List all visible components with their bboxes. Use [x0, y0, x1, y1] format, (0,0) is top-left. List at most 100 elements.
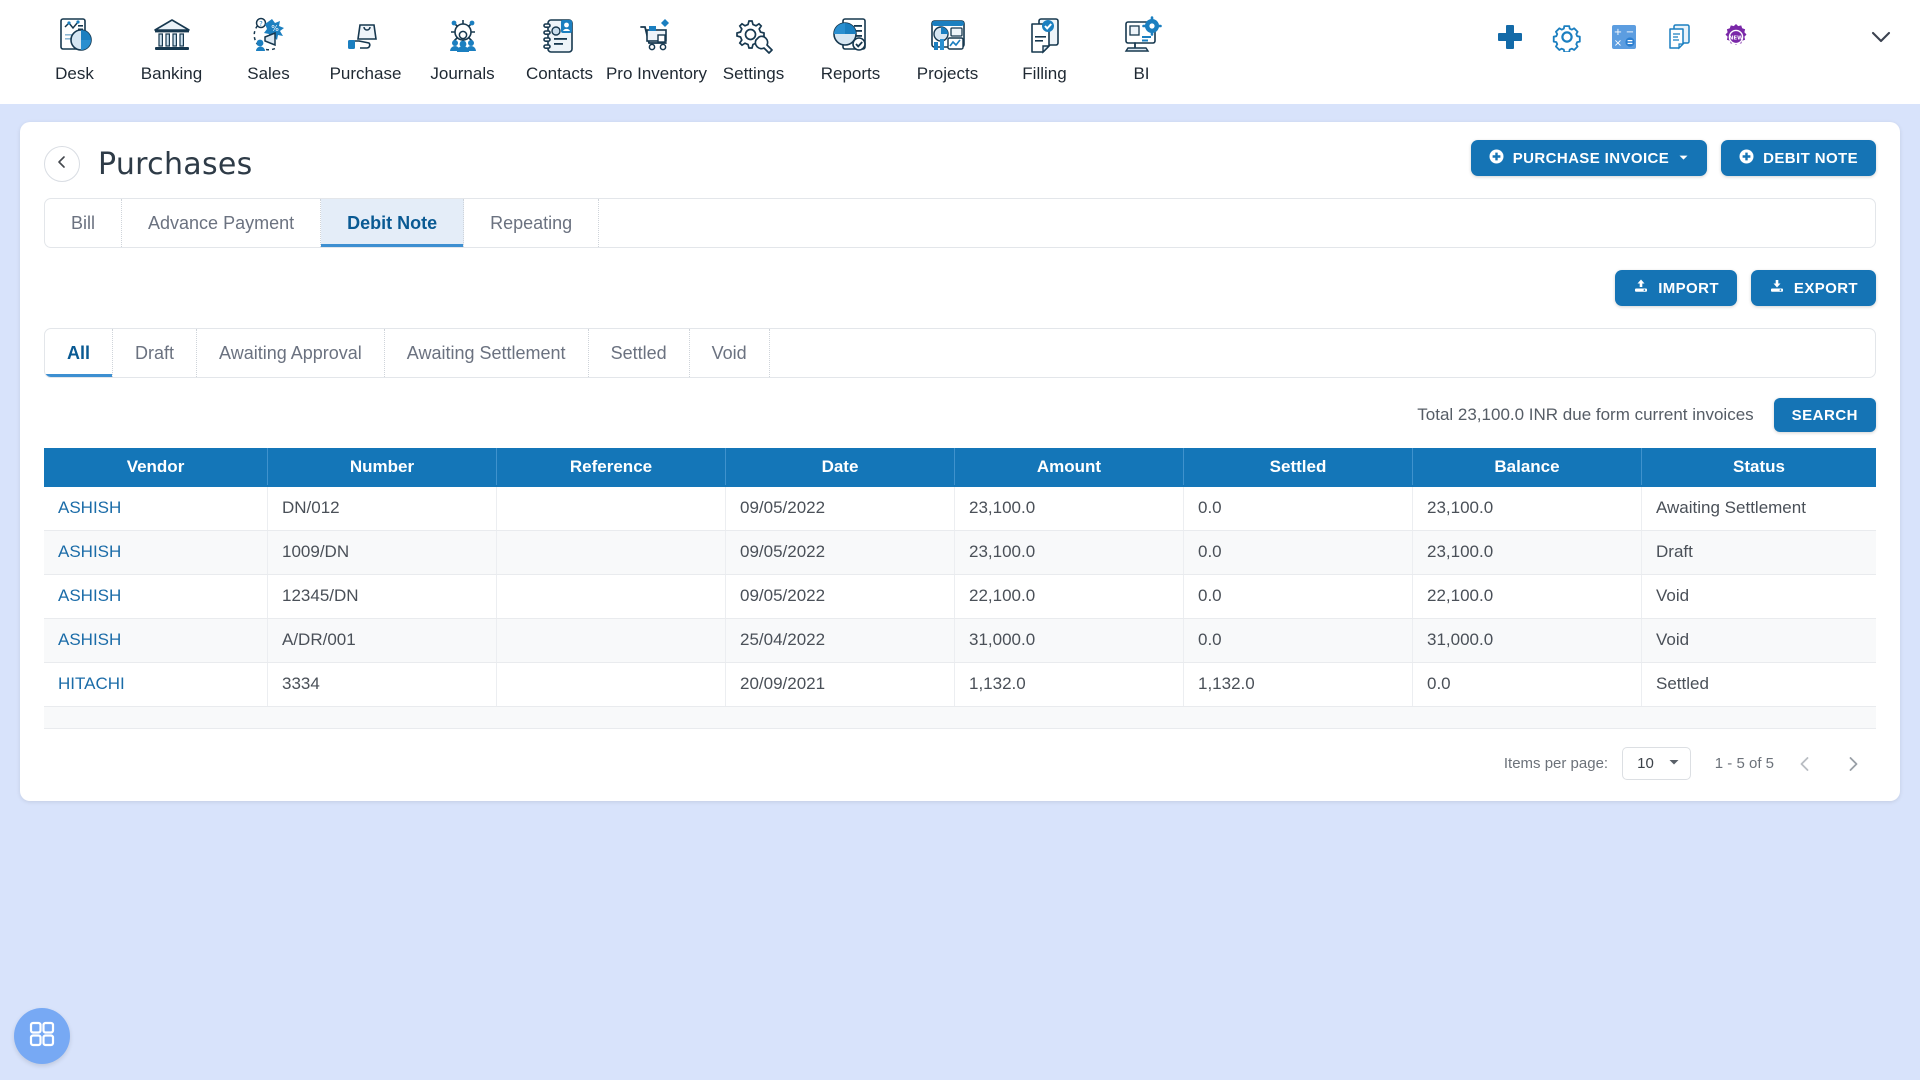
nav-item-purchase[interactable]: Purchase	[317, 6, 414, 84]
filter-tab-all[interactable]: All	[45, 329, 114, 377]
cell-vendor[interactable]: ASHISH	[44, 574, 268, 619]
document-icon[interactable]	[1666, 23, 1694, 51]
nav-label: Desk	[55, 64, 94, 83]
calculator-icon[interactable]: + − ×	[1610, 23, 1638, 51]
debit-note-table: Vendor Number Reference Date Amount Sett…	[44, 448, 1876, 729]
table-row[interactable]: ASHISH DN/012 09/05/2022 23,100.0 0.0 23…	[44, 486, 1876, 531]
new-badge-icon[interactable]: NEW	[1722, 23, 1750, 51]
status-filter-tabs: All Draft Awaiting Approval Awaiting Set…	[44, 328, 1876, 378]
nav-item-journals[interactable]: Journals	[414, 6, 511, 84]
column-header-balance[interactable]: Balance	[1412, 448, 1642, 487]
cell-date: 09/05/2022	[725, 530, 955, 575]
filter-tab-settled[interactable]: Settled	[589, 329, 690, 377]
cell-date: 25/04/2022	[725, 618, 955, 663]
nav-item-pro-inventory[interactable]: Pro Inventory	[606, 6, 707, 84]
nav-label: Banking	[140, 64, 203, 83]
cell-balance: 0.0	[1412, 662, 1642, 707]
vendor-link[interactable]: HITACHI	[58, 674, 125, 693]
cell-vendor[interactable]: ASHISH	[44, 486, 268, 531]
upload-icon	[1633, 278, 1649, 298]
cell-balance: 23,100.0	[1412, 530, 1642, 575]
nav-item-filling[interactable]: Filling	[996, 6, 1093, 84]
tab-label: Advance Payment	[148, 212, 295, 233]
filter-tab-void[interactable]: Void	[690, 329, 770, 377]
nav-item-banking[interactable]: Banking	[123, 6, 220, 84]
filter-tab-awaiting-settlement[interactable]: Awaiting Settlement	[385, 329, 589, 377]
module-list: Desk Banking ? % Sales Purchase Journals…	[26, 6, 1190, 84]
filter-tab-awaiting-approval[interactable]: Awaiting Approval	[197, 329, 385, 377]
cell-number: 1009/DN	[267, 530, 497, 575]
grid-apps-icon	[27, 1019, 57, 1054]
cell-number: DN/012	[267, 486, 497, 531]
table-row[interactable]: ASHISH 12345/DN 09/05/2022 22,100.0 0.0 …	[44, 574, 1876, 619]
cell-status: Settled	[1641, 662, 1876, 707]
nav-item-sales[interactable]: ? % Sales	[220, 6, 317, 84]
debit-note-button[interactable]: DEBIT NOTE	[1721, 140, 1876, 176]
next-page-button[interactable]	[1836, 747, 1870, 781]
nav-item-contacts[interactable]: Contacts	[511, 6, 608, 84]
nav-item-bi[interactable]: BI	[1093, 6, 1190, 84]
previous-page-button[interactable]	[1788, 747, 1822, 781]
vendor-link[interactable]: ASHISH	[58, 542, 121, 561]
tab-advance-payment[interactable]: Advance Payment	[122, 199, 322, 247]
journals-gear-people-icon	[442, 12, 484, 60]
column-header-settled[interactable]: Settled	[1183, 448, 1413, 487]
header-action-buttons: PURCHASE INVOICE DEBIT NOTE	[1470, 140, 1876, 176]
sales-megaphone-icon: ? %	[248, 12, 290, 60]
download-icon	[1769, 278, 1785, 298]
dashboard-report-icon	[54, 12, 96, 60]
table-row[interactable]: ASHISH A/DR/001 25/04/2022 31,000.0 0.0 …	[44, 618, 1876, 663]
vendor-link[interactable]: ASHISH	[58, 498, 121, 517]
purchases-card: Purchases PURCHASE INVOICE DEBIT NOTE Bi…	[20, 122, 1900, 801]
cell-reference	[496, 486, 726, 531]
cell-vendor[interactable]: HITACHI	[44, 662, 268, 707]
nav-label: BI	[1133, 64, 1150, 83]
chevron-down-icon[interactable]	[1868, 24, 1894, 50]
nav-right-actions: + − × NEW	[1496, 22, 1894, 52]
items-per-page-select[interactable]: 10	[1622, 747, 1691, 780]
cell-vendor[interactable]: ASHISH	[44, 530, 268, 575]
cell-vendor[interactable]: ASHISH	[44, 618, 268, 663]
back-button[interactable]	[44, 146, 80, 182]
purchase-invoice-button[interactable]: PURCHASE INVOICE	[1470, 140, 1708, 176]
nav-item-desk[interactable]: Desk	[26, 6, 123, 84]
column-header-status[interactable]: Status	[1641, 448, 1876, 487]
add-plus-icon[interactable]	[1496, 23, 1524, 51]
column-header-date[interactable]: Date	[725, 448, 955, 487]
svg-text:NEW: NEW	[1729, 35, 1743, 41]
cell-reference	[496, 662, 726, 707]
inventory-cart-icon	[636, 12, 678, 60]
export-button[interactable]: EXPORT	[1750, 270, 1876, 306]
table-filler-cell	[44, 706, 1876, 729]
column-header-number[interactable]: Number	[267, 448, 497, 487]
purchase-hand-bag-icon	[345, 12, 387, 60]
search-button[interactable]: SEARCH	[1773, 398, 1876, 432]
vendor-link[interactable]: ASHISH	[58, 630, 121, 649]
nav-item-settings[interactable]: Settings	[705, 6, 802, 84]
import-button[interactable]: IMPORT	[1615, 270, 1737, 306]
table-row[interactable]: ASHISH 1009/DN 09/05/2022 23,100.0 0.0 2…	[44, 530, 1876, 575]
nav-label: Filling	[1022, 64, 1067, 83]
cell-settled: 0.0	[1183, 574, 1413, 619]
tab-bill[interactable]: Bill	[45, 199, 123, 247]
cell-amount: 22,100.0	[954, 574, 1184, 619]
apps-grid-fab[interactable]	[14, 1008, 70, 1064]
tab-debit-note[interactable]: Debit Note	[321, 199, 465, 247]
cell-amount: 23,100.0	[954, 530, 1184, 575]
filter-tab-draft[interactable]: Draft	[113, 329, 198, 377]
page-range-label: 1 - 5 of 5	[1714, 755, 1774, 772]
filter-label: All	[67, 342, 91, 363]
nav-item-reports[interactable]: Reports	[802, 6, 899, 84]
table-row[interactable]: HITACHI 3334 20/09/2021 1,132.0 1,132.0 …	[44, 662, 1876, 707]
column-header-reference[interactable]: Reference	[496, 448, 726, 487]
cell-amount: 1,132.0	[954, 662, 1184, 707]
column-header-amount[interactable]: Amount	[954, 448, 1184, 487]
gear-icon[interactable]	[1552, 22, 1582, 52]
nav-label: Settings	[722, 64, 785, 83]
tab-label: Bill	[71, 212, 96, 233]
column-header-vendor[interactable]: Vendor	[44, 448, 268, 487]
tab-repeating[interactable]: Repeating	[464, 199, 600, 247]
nav-item-projects[interactable]: Projects	[899, 6, 996, 84]
cell-date: 20/09/2021	[725, 662, 955, 707]
vendor-link[interactable]: ASHISH	[58, 586, 121, 605]
